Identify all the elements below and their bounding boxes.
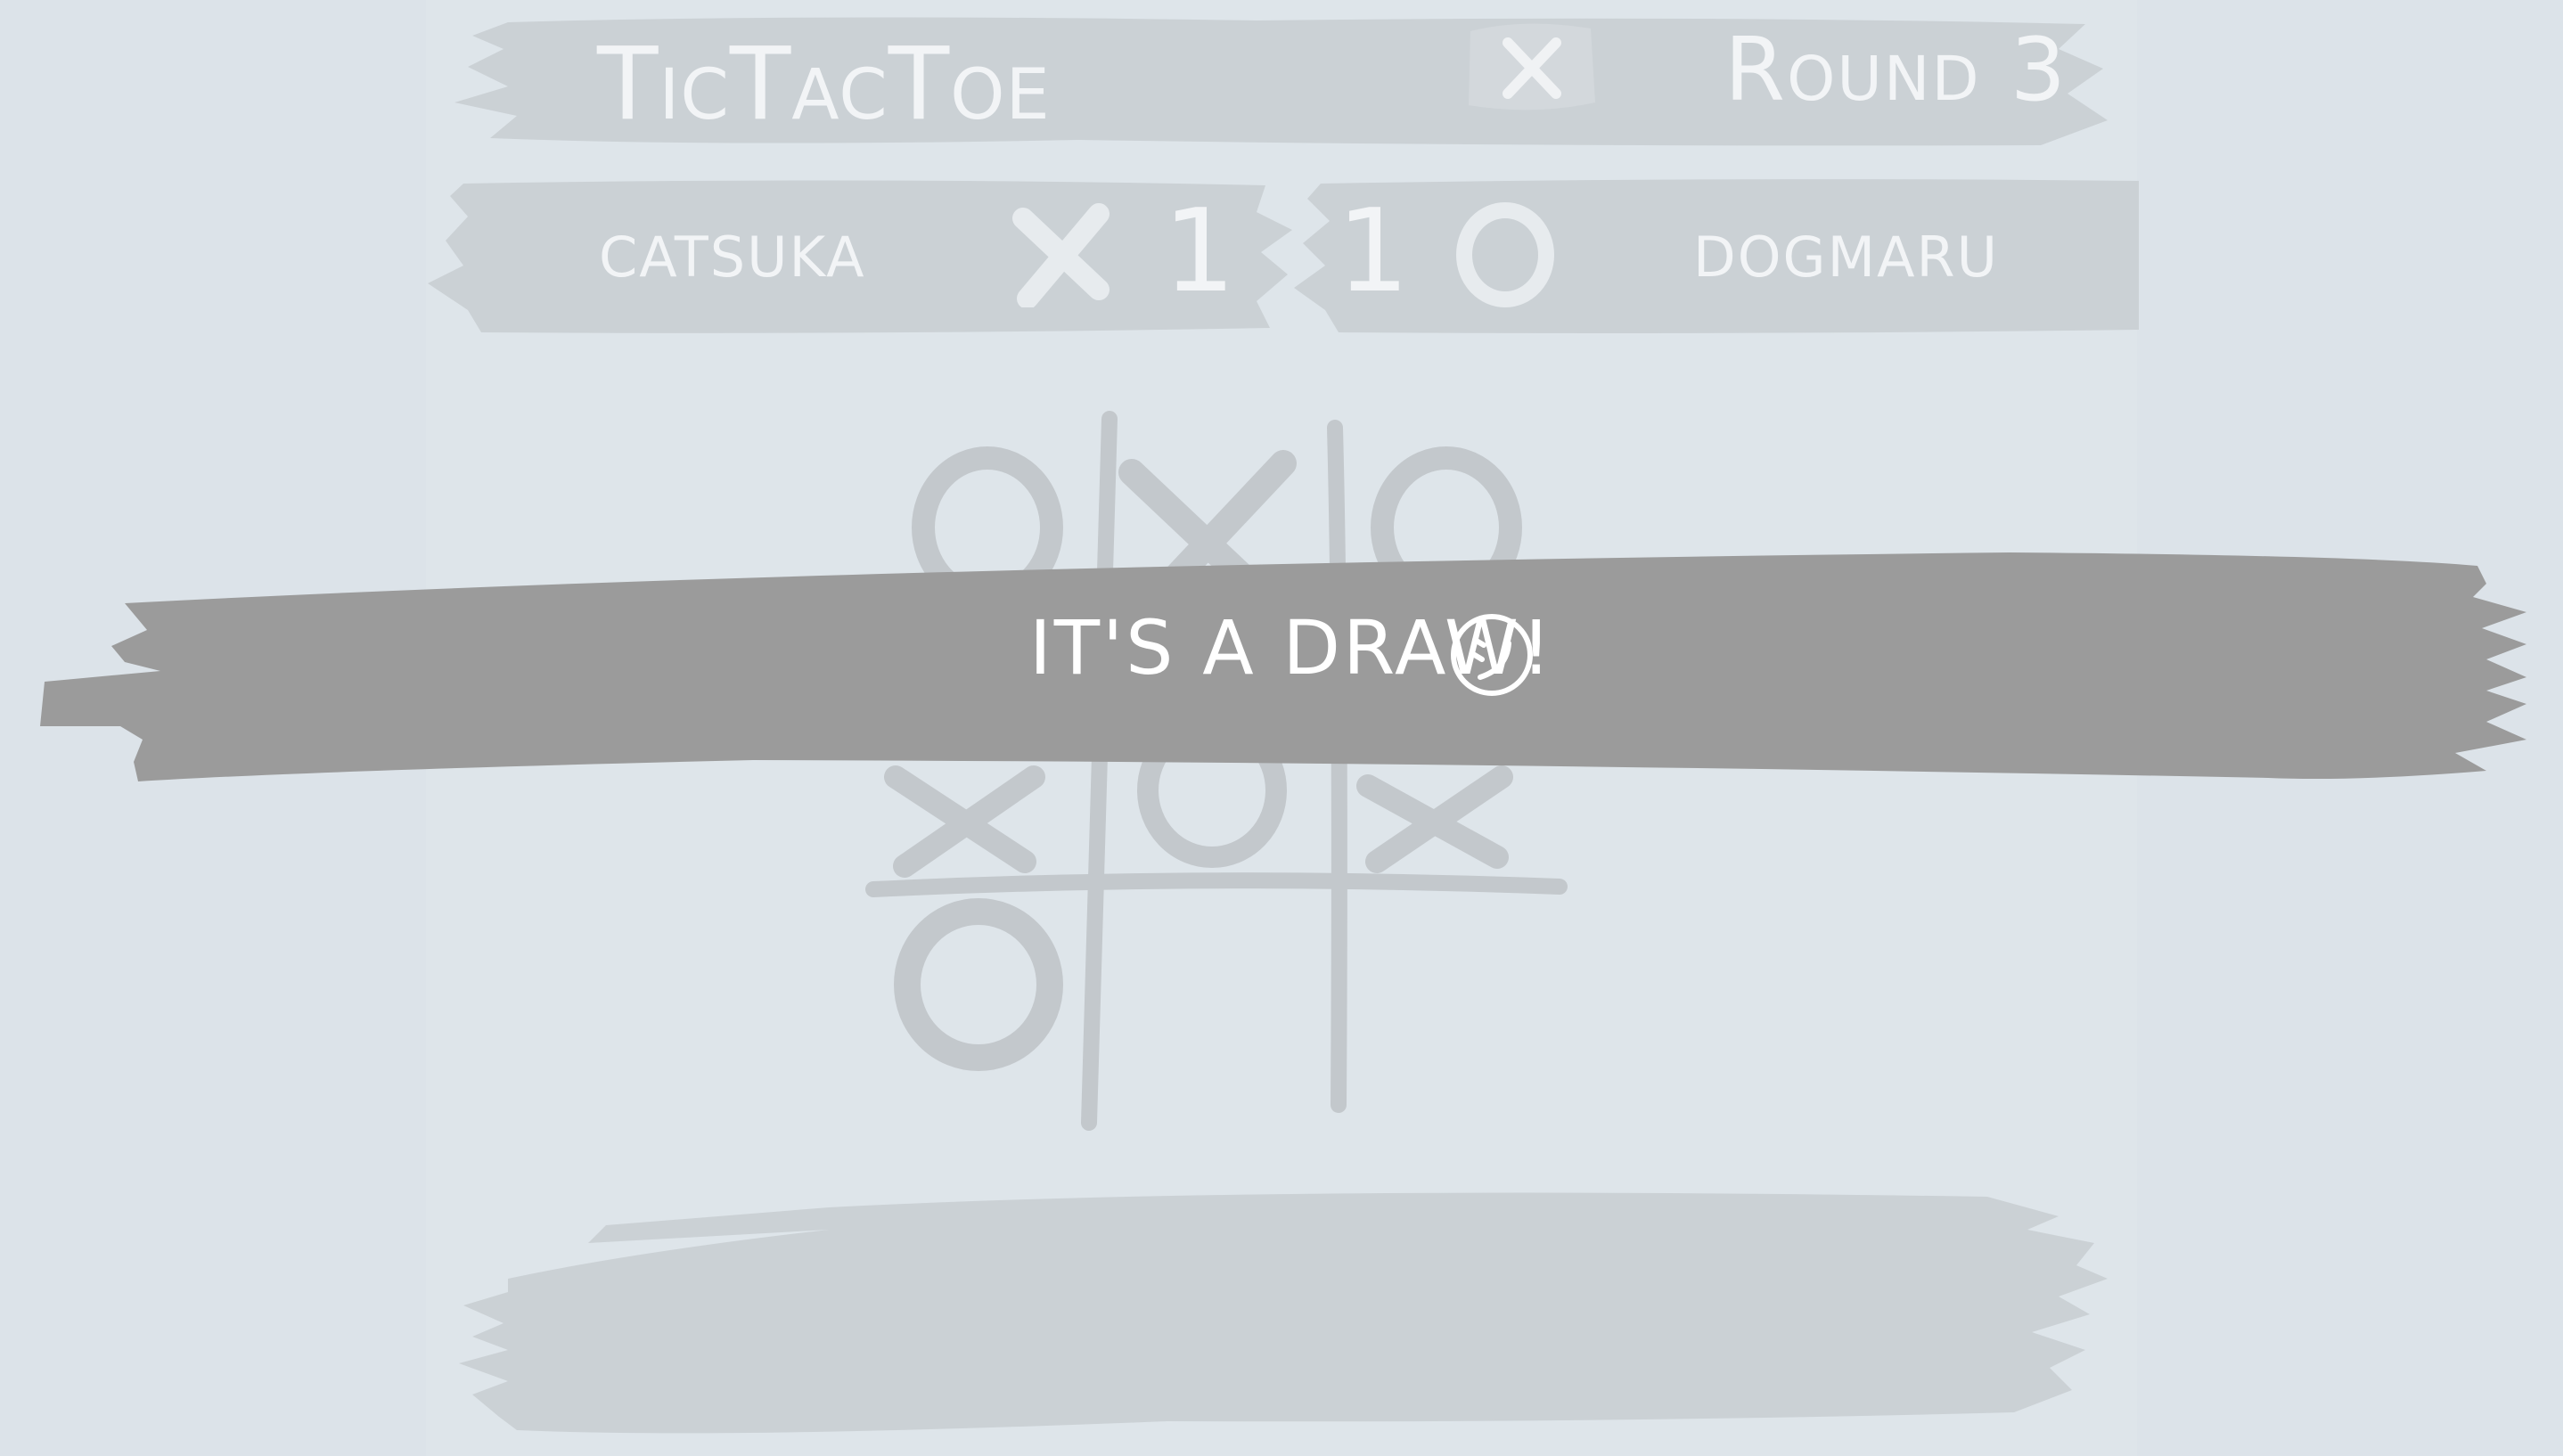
close-button[interactable] xyxy=(1462,18,1600,116)
player1-score: 1 xyxy=(1163,185,1238,318)
bottom-panel xyxy=(454,1181,2112,1448)
smiley-face-icon xyxy=(1451,614,1533,696)
round-indicator: Round 3 xyxy=(1724,20,2068,121)
board-cell[interactable] xyxy=(856,896,1092,1141)
player2-o-mark-icon xyxy=(1456,202,1554,307)
player1-name: CATSUKA xyxy=(599,225,866,290)
board-cell[interactable] xyxy=(1341,896,1568,1141)
close-x-icon xyxy=(1469,23,1595,110)
board-cell[interactable] xyxy=(1105,896,1337,1141)
player2-name: DOGMARU xyxy=(1693,225,1999,290)
app-title: TicTacToe xyxy=(597,27,1051,143)
player2-score: 1 xyxy=(1337,185,1412,318)
player1-x-mark-icon xyxy=(1012,203,1110,307)
